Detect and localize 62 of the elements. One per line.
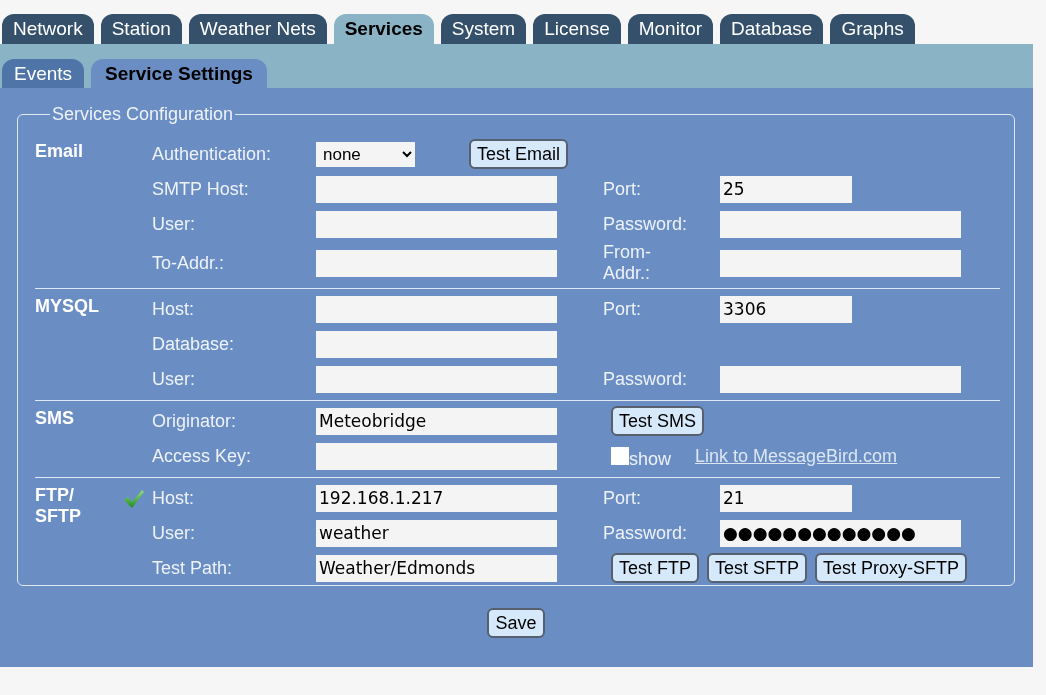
field-label: Database: — [152, 333, 236, 355]
input-field[interactable] — [316, 210, 557, 238]
input-field[interactable] — [316, 330, 557, 358]
input-field[interactable]: 192.168.1.217 — [316, 484, 557, 512]
field-label: Test Path: — [152, 557, 234, 579]
tab[interactable]: Services — [333, 14, 434, 44]
field-label: Password: — [603, 368, 688, 390]
input-field[interactable] — [720, 365, 961, 393]
field-label: Host: — [152, 298, 195, 320]
field-label: User: — [152, 213, 196, 235]
field-label: Port: — [603, 178, 641, 200]
test-button[interactable]: Test Email — [469, 139, 569, 169]
field-label: Originator: — [152, 410, 238, 432]
tab[interactable]: Network — [2, 14, 94, 44]
section-title: SMS — [35, 408, 75, 429]
save-button[interactable]: Save — [487, 608, 545, 638]
field-label: SMTP Host: — [152, 178, 250, 200]
field-label: Authentication: — [152, 143, 273, 165]
tab[interactable]: License — [533, 14, 621, 44]
input-field[interactable]: 3306 — [720, 295, 852, 323]
test-button[interactable]: Test FTP — [611, 553, 699, 583]
test-button[interactable]: Test SMS — [611, 406, 705, 436]
field-label: Password: — [603, 522, 688, 544]
field-label: Port: — [603, 298, 641, 320]
field-label: Port: — [603, 487, 641, 509]
tab[interactable]: Weather Nets — [188, 14, 327, 44]
tab[interactable]: Station — [100, 14, 182, 44]
input-field[interactable] — [316, 175, 557, 203]
field-label: Access Key: — [152, 445, 253, 467]
field-label: User: — [152, 522, 196, 544]
input-field[interactable] — [720, 249, 961, 277]
tab[interactable]: Graphs — [830, 14, 915, 44]
tab[interactable]: Database — [720, 14, 824, 44]
section-title: MYSQL — [35, 296, 100, 317]
input-field[interactable]: 21 — [720, 484, 852, 512]
show-checkbox[interactable] — [611, 447, 629, 465]
subtab[interactable]: Events — [2, 59, 85, 88]
input-field[interactable]: Weather/Edmonds — [316, 554, 557, 582]
field-label: User: — [152, 368, 196, 390]
input-field[interactable]: 25 — [720, 175, 852, 203]
input-field[interactable] — [316, 249, 557, 277]
checkbox-label: show — [629, 448, 672, 470]
field-label: To-Addr.: — [152, 252, 226, 274]
input-field[interactable]: Meteobridge — [316, 407, 557, 435]
field-label: Password: — [603, 213, 688, 235]
tab[interactable]: System — [440, 14, 527, 44]
input-field[interactable] — [316, 295, 557, 323]
authentication-select[interactable]: none — [316, 141, 415, 167]
input-field[interactable]: weather — [316, 519, 557, 547]
input-field[interactable]: ●●●●●●●●●●●●● — [720, 519, 961, 547]
tab[interactable]: Monitor — [627, 14, 714, 44]
field-label: Host: — [152, 487, 195, 509]
input-field[interactable] — [720, 210, 961, 238]
input-field[interactable] — [316, 442, 557, 470]
section-title: Email — [35, 141, 85, 162]
section-title: FTP/ SFTP — [35, 485, 82, 527]
field-label: From-Addr.: — [603, 242, 651, 284]
test-button[interactable]: Test SFTP — [707, 553, 808, 583]
group-legend: Services Configuration — [50, 104, 236, 125]
test-button[interactable]: Test Proxy-SFTP — [815, 553, 968, 583]
input-field[interactable] — [316, 365, 557, 393]
subtab[interactable]: Service Settings — [91, 59, 267, 88]
